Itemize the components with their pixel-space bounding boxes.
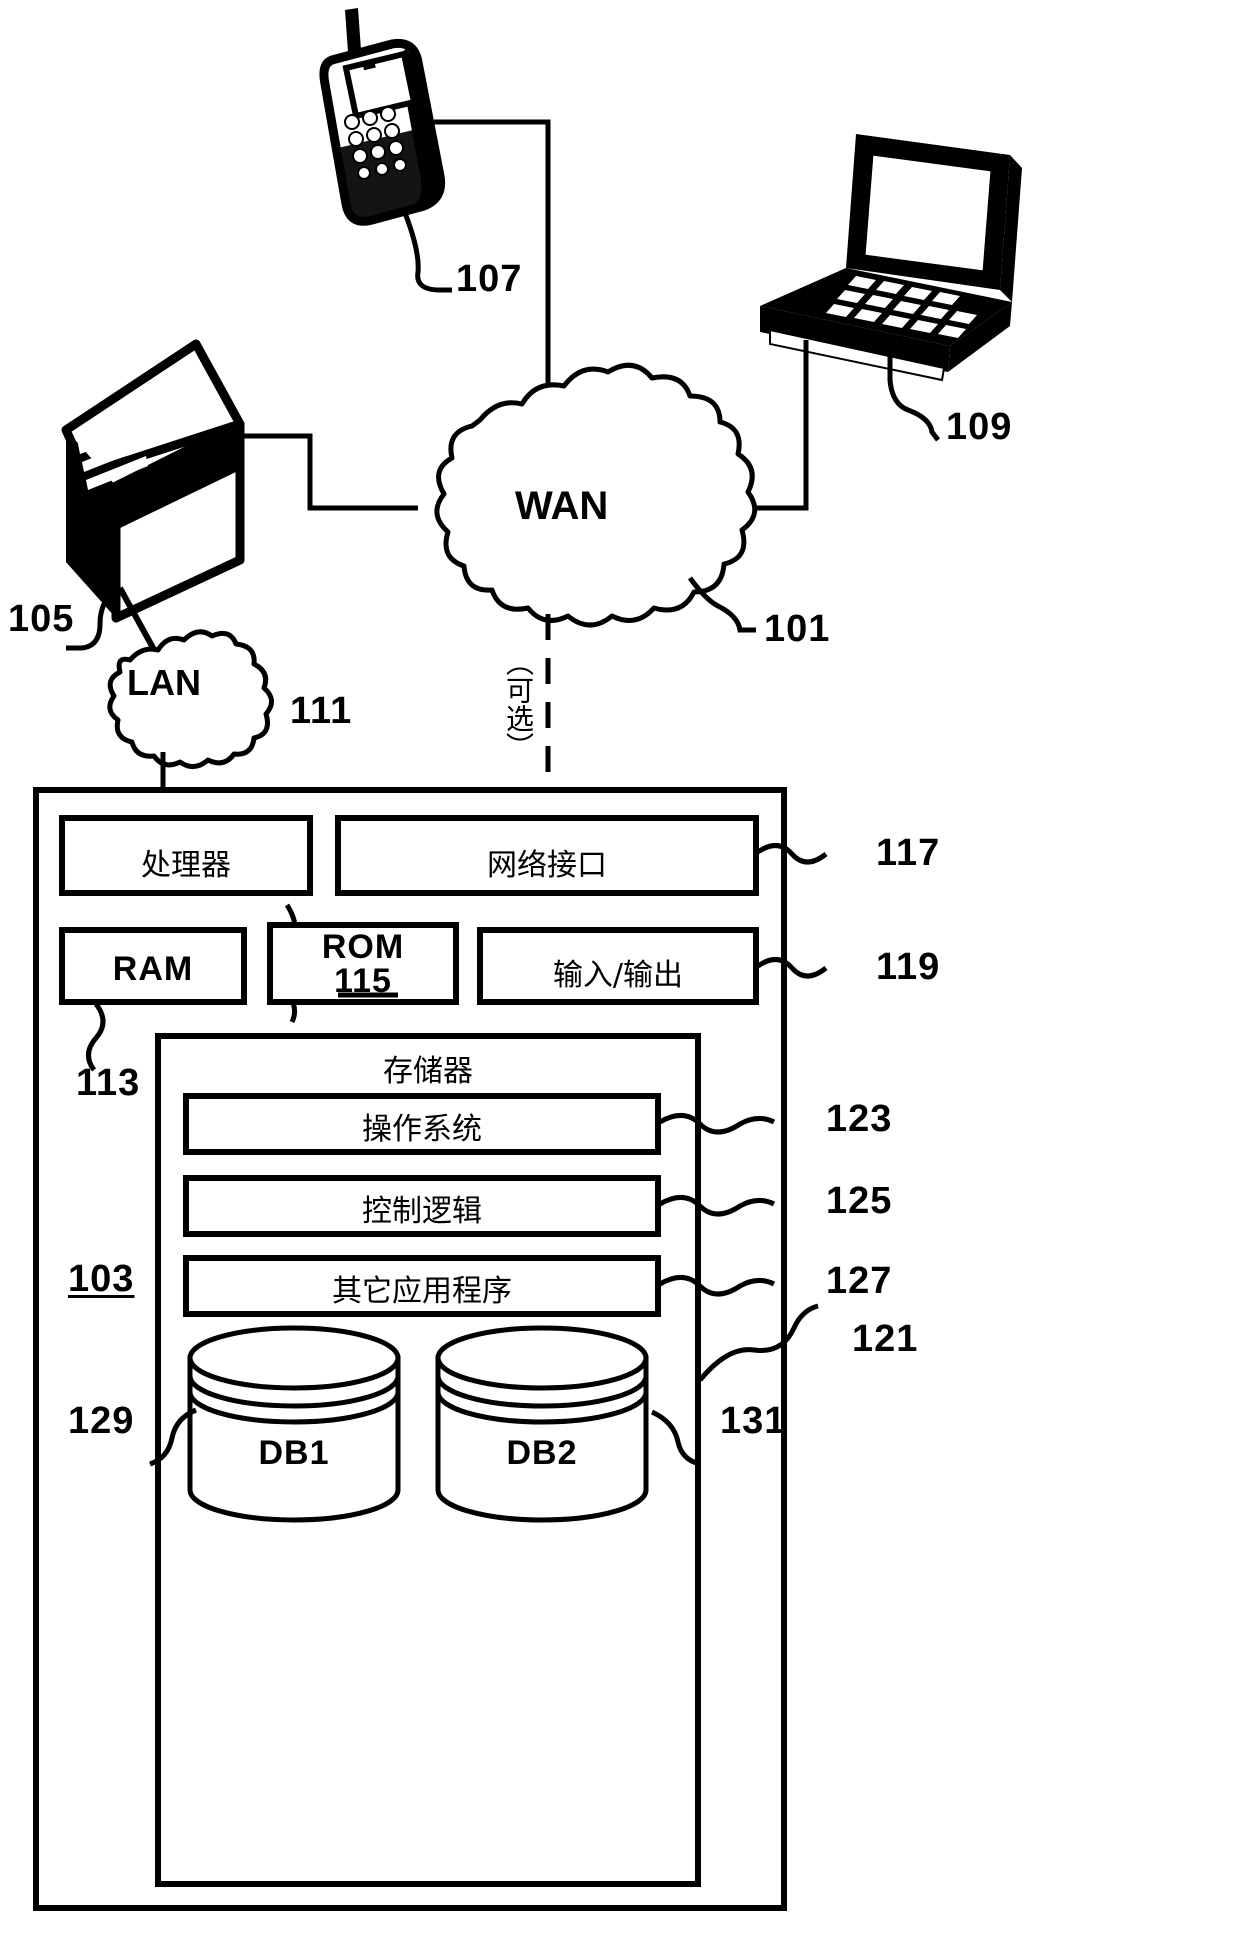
- database-db2-label: DB2: [506, 1434, 578, 1472]
- server-tower-icon: [61, 339, 418, 668]
- ref-127: 127: [826, 1260, 893, 1302]
- input-output-box-label: 输入/输出: [552, 958, 684, 993]
- figure-canvas: 107 109 105 101 111 117 119 113 123 125 …: [0, 0, 1240, 1939]
- control-logic-box-label: 控制逻辑: [362, 1194, 482, 1229]
- ref-123: 123: [826, 1098, 893, 1140]
- ref-121: 121: [852, 1318, 919, 1360]
- ref-129: 129: [68, 1400, 135, 1442]
- ref-105: 105: [8, 598, 75, 640]
- ref-117: 117: [876, 832, 941, 874]
- database-db2-shape: [435, 1325, 649, 1523]
- network-interface-box-label: 网络接口: [487, 848, 607, 883]
- database-db1-shape: [187, 1325, 401, 1523]
- ref-109: 109: [946, 406, 1013, 448]
- rom-box-ref: 115: [334, 962, 392, 1000]
- other-applications-box-label: 其它应用程序: [332, 1274, 512, 1309]
- wan-cloud-label: WAN: [515, 484, 609, 528]
- lan-cloud-shape: [107, 629, 274, 790]
- memory-box-label: 存储器: [383, 1054, 473, 1089]
- ref-119: 119: [876, 946, 941, 988]
- laptop-icon: [706, 134, 1022, 511]
- ram-box-label: RAM: [112, 950, 194, 988]
- operating-system-box-label: 操作系统: [362, 1112, 482, 1147]
- lan-cloud-label: LAN: [127, 662, 201, 703]
- ref-111: 111: [290, 690, 353, 732]
- ref-101: 101: [764, 608, 831, 650]
- ref-125: 125: [826, 1180, 893, 1222]
- ref-131: 131: [720, 1400, 787, 1442]
- ref-103: 103: [68, 1258, 135, 1300]
- ref-113: 113: [76, 1062, 141, 1104]
- database-db1-label: DB1: [258, 1434, 330, 1472]
- optional-link-label: （可选）: [502, 648, 535, 760]
- processor-box-label: 处理器: [141, 848, 231, 883]
- mobile-phone-icon: [319, 8, 551, 400]
- wan-cloud-shape: [434, 362, 758, 790]
- ref-107: 107: [456, 258, 523, 300]
